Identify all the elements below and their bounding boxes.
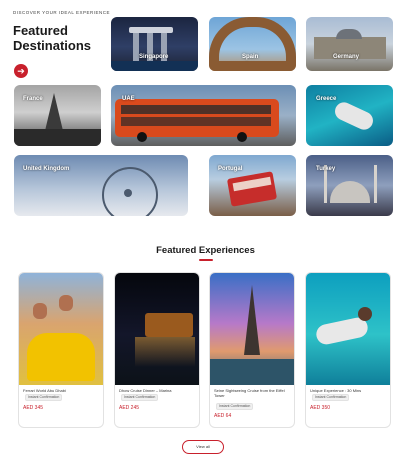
destination-tile-germany[interactable]: Germany: [306, 17, 393, 71]
destination-label: UAE: [122, 96, 135, 102]
arrow-right-icon: ➔: [17, 66, 25, 76]
experience-card[interactable]: Dhow Cruise Dinner – Marina Instant Conf…: [114, 272, 200, 428]
confirmation-badge: Instant Confirmation: [121, 394, 159, 401]
destination-label: Germany: [333, 54, 360, 60]
experience-price: AED 345: [23, 405, 44, 411]
experience-card[interactable]: Unique Experience : 30 Mins Instant Conf…: [305, 272, 391, 428]
destination-label: France: [23, 96, 43, 102]
confirmation-badge: Instant Confirmation: [312, 394, 350, 401]
destination-tile-united-kingdom[interactable]: United Kingdom: [14, 155, 188, 216]
destination-label: Greece: [316, 96, 337, 102]
experience-card[interactable]: Seine Sightseeing Cruise from the Eiffel…: [209, 272, 295, 428]
experience-image: [306, 273, 390, 385]
arrow-right-button[interactable]: ➔: [14, 64, 28, 78]
experience-price: AED 245: [119, 405, 140, 411]
destination-tile-turkey[interactable]: Turkey: [306, 155, 393, 216]
confirmation-badge: Instant Confirmation: [25, 394, 63, 401]
experience-price: AED 350: [310, 405, 331, 411]
destination-tile-singapore[interactable]: Singapore: [111, 17, 198, 71]
view-all-button[interactable]: View all: [182, 440, 224, 454]
destination-label: Turkey: [316, 166, 336, 172]
destination-tile-greece[interactable]: Greece: [306, 85, 393, 146]
page-title: Featured Destinations: [13, 23, 91, 53]
destination-tile-portugal[interactable]: Portugal: [209, 155, 296, 216]
experience-name: Ferrari World Abu Dhabi: [23, 388, 66, 393]
confirmation-badge: Instant Confirmation: [216, 403, 254, 410]
destination-tile-spain[interactable]: Spain: [209, 17, 296, 71]
title-line-2: Destinations: [13, 38, 92, 53]
destination-label: Portugal: [218, 166, 243, 172]
experience-image: [19, 273, 103, 385]
experience-name: Unique Experience : 30 Mins: [310, 388, 362, 393]
featured-experiences-title: Featured Experiences: [156, 245, 255, 256]
experience-card[interactable]: Ferrari World Abu Dhabi Instant Confirma…: [18, 272, 104, 428]
destination-label: United Kingdom: [23, 166, 70, 172]
experience-name: Dhow Cruise Dinner – Marina: [119, 388, 172, 393]
destination-label: Spain: [242, 54, 259, 60]
destination-tile-uae[interactable]: UAE: [111, 85, 296, 146]
experience-image: [115, 273, 199, 385]
destination-tile-france[interactable]: France: [14, 85, 101, 146]
experience-price: AED 64: [214, 413, 232, 419]
destination-label: Singapore: [139, 54, 169, 60]
title-underline: [199, 259, 213, 261]
title-line-1: Featured: [13, 23, 68, 38]
experience-name: Seine Sightseeing Cruise from the Eiffel…: [214, 388, 285, 398]
section-eyebrow: DISCOVER YOUR IDEAL EXPERIENCE: [13, 10, 111, 15]
experience-image: [210, 273, 294, 385]
